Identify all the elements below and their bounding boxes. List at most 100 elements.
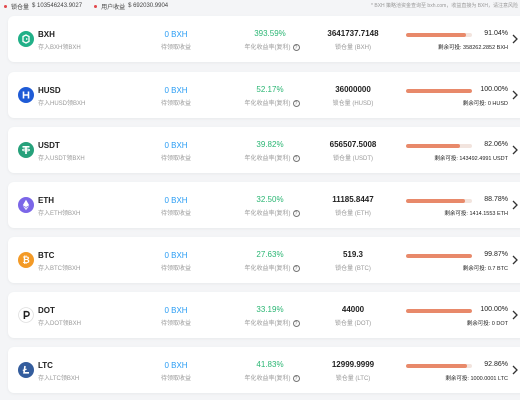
help-icon[interactable]: ? [292,264,300,272]
help-icon[interactable]: ? [292,43,300,51]
progress-fill [406,33,467,37]
pool-row-usdt[interactable]: USDT 存入USDT领BXH 0 BXH 待领取收益 39.82% 年化收益率… [8,127,520,173]
progress-fill [406,364,468,368]
apr-label: 年化收益率(复利)? [240,263,304,272]
lock-amount-label: 锁仓量 (BXH) [334,45,371,51]
chevron-right-icon[interactable] [510,199,520,211]
pending-earnings-label: 待领取收益 [160,45,191,51]
red-dot-icon [4,4,7,8]
svg-text:₿: ₿ [22,255,29,266]
chevron-right-icon[interactable] [510,364,520,376]
remaining-capacity: 剩余可投: 0 HUSD [400,99,508,107]
pool-description: 存入BXH领BXH [38,45,81,51]
apr-value: 33.19% [256,305,284,314]
chevron-right-icon[interactable] [510,89,520,101]
btc-icon: ₿ [18,252,34,268]
ltc-icon [18,362,34,378]
remaining-label: 剩余可投: [462,266,487,272]
pool-description: 存入HUSD领BXH [38,101,86,107]
progress-fill [406,89,472,93]
apr-label: 年化收益率(复利)? [240,208,304,217]
apr-label-text: 年化收益率(复利) [244,101,291,107]
pool-description: 存入DOT领BXH [38,321,82,327]
pool-row-btc[interactable]: ₿ BTC 存入BTC领BXH 0 BXH 待领取收益 27.63% 年化收益率… [8,237,520,283]
help-icon[interactable]: ? [292,209,300,217]
lock-amount-label: 锁仓量 (HUSD) [332,101,374,107]
progress-bar [406,33,472,37]
help-icon[interactable]: ? [292,154,300,162]
help-icon[interactable]: ? [292,99,300,107]
pool-row-ltc[interactable]: LTC 存入LTC领BXH 0 BXH 待领取收益 41.83% 年化收益率(复… [8,347,520,393]
progress-percent: 88.78% [484,196,508,203]
summary-bar: 锁仓量 $ 103546243.9027 用户收益 $ 692030.9904 … [0,0,520,12]
remaining-capacity: 剩余可投: 143492.4991 USDT [400,154,508,162]
pending-earnings-label: 待领取收益 [160,376,191,382]
remaining-label: 剩余可投: [462,101,487,107]
lock-amount-label: 锁仓量 (USDT) [333,156,373,162]
chevron-right-icon[interactable] [510,33,520,45]
red-dot-icon [94,4,98,8]
lock-amount-label: 锁仓量 (DOT) [334,321,372,327]
chevron-right-icon[interactable] [510,144,520,156]
remaining-value: 1414.1553 ETH [469,211,508,217]
remaining-value: 0 HUSD [487,101,508,107]
lock-amount-label: 锁仓量 (BTC) [335,266,371,272]
remaining-capacity: 剩余可投: 1414.1553 ETH [400,209,508,217]
pool-description: 存入USDT领BXH [38,156,85,162]
apr-value: 393.59% [254,29,286,38]
apr-label: 年化收益率(复利)? [240,373,304,382]
progress-bar [406,364,472,368]
chevron-right-icon[interactable] [510,309,520,321]
lock-amount-value: 36000000 [335,85,371,94]
pending-earnings-value: 0 BXH [164,30,188,39]
apr-label: 年化收益率(复利)? [240,153,304,162]
apr-label-text: 年化收益率(复利) [244,321,291,327]
pending-earnings-label: 待领取收益 [160,266,191,272]
user-earnings-label: 用户收益 [101,4,126,11]
dot-icon [18,307,34,323]
pending-earnings-label: 待领取收益 [160,211,191,217]
progress-percent: 100.00% [480,306,508,313]
pool-name: USDT [38,141,60,150]
user-earnings-summary: 用户收益 $ 692030.9904 [94,2,168,11]
lock-amount-value: 44000 [341,305,365,314]
apr-value: 27.63% [256,250,284,259]
progress-bar [406,309,472,313]
remaining-capacity: 剩余可投: 358262.2852 BXH [400,43,508,51]
pool-row-husd[interactable]: HUSD 存入HUSD领BXH 0 BXH 待领取收益 52.17% 年化收益率… [8,72,520,118]
chevron-right-icon[interactable] [510,254,520,266]
apr-label: 年化收益率(复利)? [240,98,304,107]
apr-value: 39.82% [256,140,284,149]
progress-percent: 92.86% [484,361,508,368]
pool-name: LTC [38,361,53,370]
remaining-value: 143492.4991 USDT [459,156,508,162]
lock-amount-value: 12999.9999 [331,360,375,369]
pool-row-eth[interactable]: ETH 存入ETH领BXH 0 BXH 待领取收益 32.50% 年化收益率(复… [8,182,520,228]
eth-icon [18,197,34,213]
apr-label: 年化收益率(复利)? [240,318,304,327]
pending-earnings-value: 0 BXH [164,86,188,95]
apr-label-text: 年化收益率(复利) [244,211,291,217]
remaining-capacity: 剩余可投: 1000.0001 LTC [400,374,508,382]
progress-percent: 82.06% [484,141,508,148]
remaining-value: 0.7 BTC [487,266,508,272]
apr-label-text: 年化收益率(复利) [244,45,291,51]
apr-label-text: 年化收益率(复利) [244,156,291,162]
help-icon[interactable]: ? [292,319,300,327]
pending-earnings-value: 0 BXH [164,306,188,315]
progress-bar [406,254,472,258]
pool-name: DOT [38,306,55,315]
remaining-label: 剩余可投: [444,211,468,217]
remaining-value: 1000.0001 LTC [470,376,508,382]
remaining-capacity: 剩余可投: 0 DOT [400,319,508,327]
pool-name: BXH [38,30,55,39]
pool-row-bxh[interactable]: BXH 存入BXH领BXH 0 BXH 待领取收益 393.59% 年化收益率(… [8,16,520,62]
help-icon[interactable]: ? [292,374,300,382]
lock-amount-label: 锁仓量 (ETH) [335,211,371,217]
lock-summary-value: $ 103546243.9027 [32,3,83,9]
pool-row-dot[interactable]: DOT 存入DOT领BXH 0 BXH 待领取收益 33.19% 年化收益率(复… [8,292,520,338]
lock-amount-label: 锁仓量 (LTC) [335,376,371,382]
usdt-icon [18,142,34,158]
pool-name: HUSD [38,86,61,95]
progress-bar [406,144,472,148]
